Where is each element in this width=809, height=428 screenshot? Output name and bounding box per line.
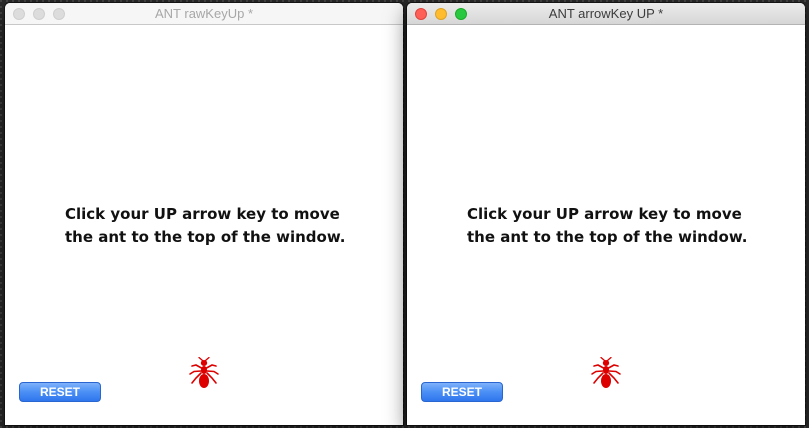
close-button[interactable] bbox=[13, 8, 25, 20]
zoom-button[interactable] bbox=[53, 8, 65, 20]
instruction-line-2: the ant to the top of the window. bbox=[467, 228, 748, 246]
instruction-line-2: the ant to the top of the window. bbox=[65, 228, 346, 246]
reset-button[interactable]: RESET bbox=[421, 382, 503, 402]
canvas[interactable]: Click your UP arrow key to move the ant … bbox=[407, 25, 805, 425]
titlebar[interactable]: ANT arrowKey UP * bbox=[407, 3, 805, 25]
reset-button[interactable]: RESET bbox=[19, 382, 101, 402]
window-title: ANT rawKeyUp * bbox=[154, 6, 253, 21]
window-rawkeyup[interactable]: ANT rawKeyUp * Click your UP arrow key t… bbox=[5, 3, 403, 425]
close-button[interactable] bbox=[415, 8, 427, 20]
instruction-text: Click your UP arrow key to move the ant … bbox=[65, 203, 385, 249]
minimize-button[interactable] bbox=[33, 8, 45, 20]
window-title: ANT arrowKey UP * bbox=[548, 6, 664, 21]
instruction-line-1: Click your UP arrow key to move bbox=[467, 205, 742, 223]
zoom-button[interactable] bbox=[455, 8, 467, 20]
instruction-line-1: Click your UP arrow key to move bbox=[65, 205, 340, 223]
titlebar[interactable]: ANT rawKeyUp * bbox=[5, 3, 403, 25]
canvas[interactable]: Click your UP arrow key to move the ant … bbox=[5, 25, 403, 425]
minimize-button[interactable] bbox=[435, 8, 447, 20]
ant-icon bbox=[591, 357, 621, 388]
window-arrowkeyup[interactable]: ANT arrowKey UP * Click your UP arrow ke… bbox=[407, 3, 805, 425]
ant-icon bbox=[189, 357, 219, 388]
instruction-text: Click your UP arrow key to move the ant … bbox=[467, 203, 787, 249]
